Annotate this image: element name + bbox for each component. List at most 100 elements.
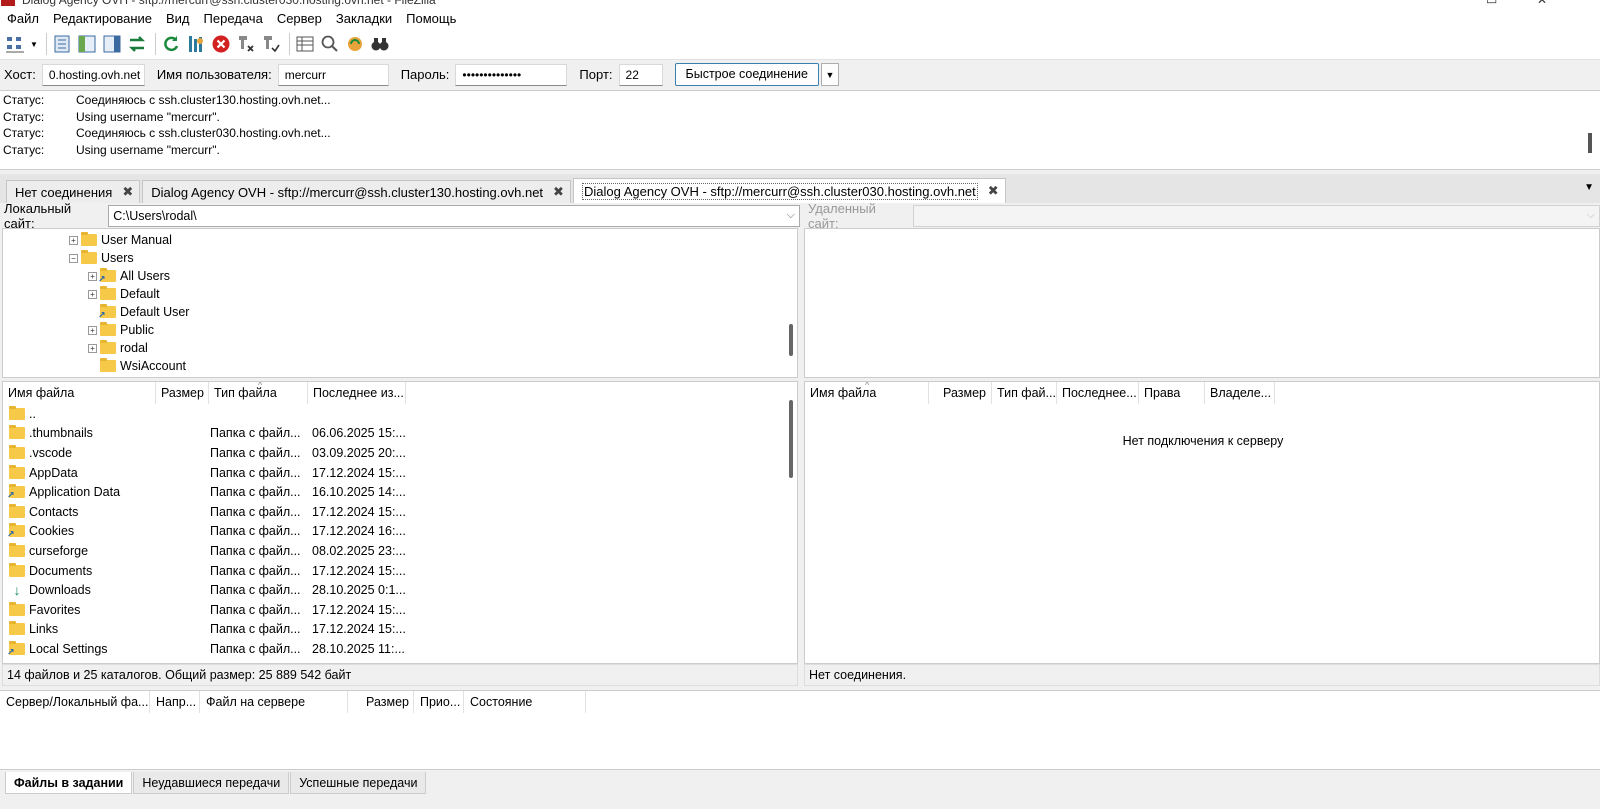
expand-icon[interactable]: + <box>88 325 97 335</box>
column-type[interactable]: Тип фай... <box>992 382 1057 404</box>
column-size[interactable]: Размер <box>929 382 992 404</box>
file-list-scrollbar[interactable] <box>789 400 793 478</box>
close-window-icon[interactable]: ✕ <box>1537 0 1547 8</box>
column-filename[interactable]: Имя файла <box>3 382 156 404</box>
directory-listing-filters-icon[interactable] <box>294 33 316 55</box>
tab-cluster130[interactable]: Dialog Agency OVH - sftp://mercurr@ssh.c… <box>142 180 571 203</box>
file-row[interactable]: AppData Папка с файл... 17.12.2024 15:... <box>3 463 773 483</box>
refresh-icon[interactable] <box>160 33 182 55</box>
column-remote-file[interactable]: Файл на сервере <box>200 691 348 713</box>
disconnect-icon[interactable] <box>235 33 257 55</box>
dropdown-icon[interactable]: ▼ <box>29 33 39 55</box>
quickconnect-dropdown-icon[interactable]: ▼ <box>821 63 839 86</box>
column-permissions[interactable]: Права <box>1139 382 1205 404</box>
password-input[interactable]: •••••••••••••• <box>455 63 568 86</box>
tab-list-dropdown-icon[interactable]: ▼ <box>1584 182 1594 193</box>
tree-item[interactable]: WsiAccount <box>100 357 186 375</box>
expand-icon[interactable]: + <box>88 289 97 299</box>
folder-icon <box>9 425 25 440</box>
reconnect-icon[interactable] <box>260 33 282 55</box>
tree-item[interactable]: + rodal <box>88 339 148 357</box>
toggle-compare-icon[interactable] <box>319 33 341 55</box>
chevron-down-icon[interactable]: ⌵ <box>787 209 795 222</box>
folder-icon <box>9 542 25 557</box>
menu-edit[interactable]: Редактирование <box>53 11 152 26</box>
menu-view[interactable]: Вид <box>166 11 190 26</box>
menu-bar: Файл Редактирование Вид Передача Сервер … <box>0 8 1600 29</box>
remote-tree-icon[interactable] <box>101 33 123 55</box>
log-scrollbar[interactable] <box>1588 133 1592 153</box>
toolbar-separator <box>289 33 290 55</box>
title-bar: Dialog Agency OVH - sftp://mercurr@ssh.c… <box>0 0 1600 8</box>
close-tab-icon[interactable]: ✖ <box>988 183 999 199</box>
tab-failed-transfers[interactable]: Неудавшиеся передачи <box>133 772 290 794</box>
expand-icon[interactable]: + <box>88 271 97 281</box>
tree-item[interactable]: +All Users <box>88 267 170 285</box>
column-modified[interactable]: Последнее из... <box>308 382 406 404</box>
file-row[interactable]: .. <box>3 404 773 424</box>
column-size[interactable]: Размер <box>156 382 209 404</box>
menu-file[interactable]: Файл <box>7 11 39 26</box>
tree-item[interactable]: + User Manual <box>69 231 172 249</box>
tab-queued-files[interactable]: Файлы в задании <box>5 772 133 794</box>
password-label: Пароль: <box>400 67 450 82</box>
close-tab-icon[interactable]: ✖ <box>122 184 133 200</box>
process-queue-icon[interactable] <box>185 33 207 55</box>
local-tree-icon[interactable] <box>76 33 98 55</box>
quickconnect-button[interactable]: Быстрое соединение <box>674 63 819 86</box>
toolbar-separator <box>155 33 156 55</box>
tree-item[interactable]: + Public <box>88 321 154 339</box>
column-modified[interactable]: Последнее... <box>1057 382 1139 404</box>
site-manager-icon[interactable] <box>4 33 26 55</box>
file-row[interactable]: Contacts Папка с файл... 17.12.2024 15:... <box>3 502 773 522</box>
menu-bookmarks[interactable]: Закладки <box>336 11 392 26</box>
tree-item[interactable]: + Default <box>88 285 160 303</box>
maximize-icon[interactable]: ▭ <box>1486 0 1497 8</box>
column-state[interactable]: Состояние <box>464 691 586 713</box>
file-row[interactable]: Favorites Папка с файл... 17.12.2024 15:..… <box>3 600 773 620</box>
file-row[interactable]: curseforge Папка с файл... 08.02.2025 23:.… <box>3 541 773 561</box>
file-row[interactable]: CookiesПапка с файл...17.12.2024 16:... <box>3 522 773 542</box>
username-input[interactable]: mercurr <box>277 63 389 86</box>
file-row[interactable]: Documents Папка с файл... 17.12.2024 15:..… <box>3 561 773 581</box>
close-tab-icon[interactable]: ✖ <box>553 184 564 200</box>
column-size[interactable]: Размер <box>348 691 414 713</box>
tab-no-connection[interactable]: Нет соединения ✖ <box>6 180 141 203</box>
port-input[interactable]: 22 <box>618 63 663 86</box>
tree-item[interactable]: − Users <box>69 249 134 267</box>
column-owner[interactable]: Владеле... <box>1205 382 1275 404</box>
expand-icon[interactable]: + <box>88 343 97 353</box>
menu-transfer[interactable]: Передача <box>204 11 263 26</box>
search-icon[interactable] <box>369 33 391 55</box>
message-log-icon[interactable] <box>51 33 73 55</box>
log-row: Статус: Using username "mercurr". <box>3 142 220 157</box>
cancel-icon[interactable] <box>210 33 232 55</box>
filezilla-logo-icon <box>1 0 15 6</box>
menu-help[interactable]: Помощь <box>406 11 456 26</box>
chevron-down-icon[interactable]: ⌵ <box>1587 209 1595 222</box>
transfer-queue-icon[interactable] <box>126 33 148 55</box>
menu-server[interactable]: Сервер <box>277 11 322 26</box>
host-label: Хост: <box>4 67 36 82</box>
file-row[interactable]: Links Папка с файл... 17.12.2024 15:... <box>3 620 773 640</box>
queue-header: Сервер/Локальный фа... Напр... Файл на с… <box>0 691 1600 713</box>
message-log: Статус: Соединяюсь с ssh.cluster130.hosti… <box>0 90 1600 170</box>
expand-icon[interactable]: + <box>69 235 78 245</box>
file-row[interactable]: Local SettingsПапка с файл...28.10.2025 … <box>3 639 773 659</box>
tab-cluster030[interactable]: Dialog Agency OVH - sftp://mercurr@ssh.c… <box>572 178 1006 203</box>
tree-scrollbar[interactable] <box>789 324 793 356</box>
file-row[interactable]: ↓ Downloads Папка с файл... 28.10.2025 0:1.… <box>3 580 773 600</box>
host-input[interactable]: 0.hosting.ovh.net <box>41 63 145 86</box>
tab-successful-transfers[interactable]: Успешные передачи <box>290 772 427 794</box>
column-priority[interactable]: Прио... <box>414 691 464 713</box>
file-row[interactable]: Application DataПапка с файл...16.10.202… <box>3 482 773 502</box>
file-row[interactable]: .vscode Папка с файл... 03.09.2025 20:... <box>3 443 773 463</box>
sync-browsing-icon[interactable] <box>344 33 366 55</box>
file-row[interactable]: .thumbnails Папка с файл... 06.06.2025 15:… <box>3 424 773 444</box>
local-path-input[interactable]: C:\Users\rodal\ ⌵ <box>108 205 800 227</box>
column-direction[interactable]: Напр... <box>150 691 200 713</box>
remote-path-input[interactable]: ⌵ <box>912 205 1600 227</box>
column-server-local-file[interactable]: Сервер/Локальный фа... <box>0 691 150 713</box>
tree-item[interactable]: Default User <box>98 303 189 321</box>
collapse-icon[interactable]: − <box>69 253 78 263</box>
